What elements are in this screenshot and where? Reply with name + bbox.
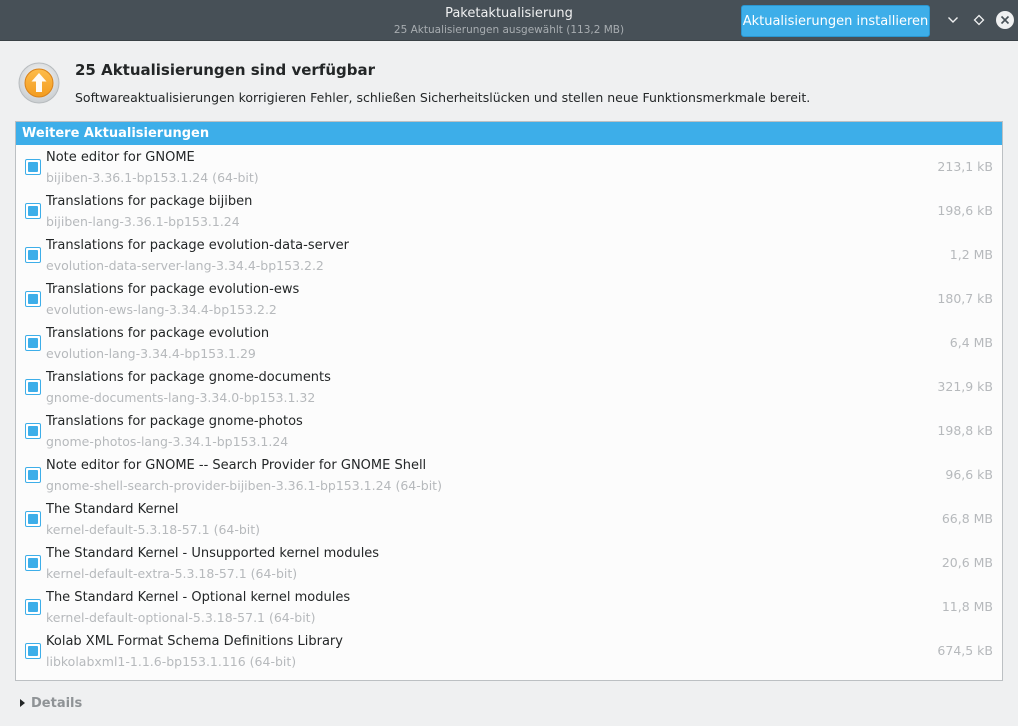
package-row[interactable]: Translations for package evolution-data-… [16, 233, 1002, 277]
package-name: evolution-lang-3.34.4-bp153.1.29 [46, 346, 256, 361]
package-name: libkolabxml1-1.1.6-bp153.1.116 (64-bit) [46, 654, 297, 669]
updates-available-title: 25 Aktualisierungen sind verfügbar [75, 61, 375, 79]
package-row[interactable]: Translations for package bijiben bijiben… [16, 189, 1002, 233]
package-name: gnome-shell-search-provider-bijiben-3.36… [46, 478, 442, 493]
update-list: Weitere Aktualisierungen Note editor for… [15, 121, 1003, 681]
package-size: 198,8 kB [937, 423, 993, 438]
package-row[interactable]: Note editor for GNOME bijiben-3.36.1-bp1… [16, 145, 1002, 189]
package-checkbox[interactable] [25, 247, 41, 263]
package-name: kernel-default-5.3.18-57.1 (64-bit) [46, 522, 261, 537]
title-bar: Paketaktualisierung 25 Aktualisierungen … [0, 0, 1018, 41]
package-size: 6,4 MB [949, 335, 993, 350]
package-summary: The Standard Kernel - Unsupported kernel… [46, 546, 380, 561]
close-button[interactable] [994, 9, 1016, 31]
details-label: Details [31, 695, 83, 711]
package-row[interactable]: Kolab XML Format Schema Definitions Libr… [16, 629, 1002, 673]
package-summary: Translations for package evolution-data-… [46, 238, 349, 253]
package-name: bijiben-3.36.1-bp153.1.24 (64-bit) [46, 170, 259, 185]
minimize-button[interactable] [942, 9, 964, 31]
package-size: 198,6 kB [937, 203, 993, 218]
package-summary: Translations for package gnome-documents [46, 370, 331, 385]
chevron-down-icon [948, 17, 958, 23]
package-checkbox[interactable] [25, 467, 41, 483]
package-row[interactable]: Note editor for GNOME -- Search Provider… [16, 453, 1002, 497]
package-checkbox[interactable] [25, 335, 41, 351]
package-row[interactable]: Translations for package evolution evolu… [16, 321, 1002, 365]
package-name: gnome-photos-lang-3.34.1-bp153.1.24 [46, 434, 289, 449]
package-size: 1,2 MB [949, 247, 993, 262]
package-checkbox[interactable] [25, 511, 41, 527]
package-size: 321,9 kB [937, 379, 993, 394]
package-checkbox[interactable] [25, 291, 41, 307]
package-summary: The Standard Kernel [46, 502, 179, 517]
update-arrow-icon [18, 62, 60, 104]
close-icon [996, 11, 1014, 29]
package-summary: Translations for package evolution-ews [46, 282, 300, 297]
package-checkbox[interactable] [25, 159, 41, 175]
package-size: 213,1 kB [937, 159, 993, 174]
package-name: evolution-ews-lang-3.34.4-bp153.2.2 [46, 302, 277, 317]
package-size: 674,5 kB [937, 643, 993, 658]
package-name: evolution-data-server-lang-3.34.4-bp153.… [46, 258, 324, 273]
package-name: gnome-documents-lang-3.34.0-bp153.1.32 [46, 390, 316, 405]
package-row[interactable]: Translations for package gnome-documents… [16, 365, 1002, 409]
package-name: kernel-default-extra-5.3.18-57.1 (64-bit… [46, 566, 298, 581]
expand-arrow-icon [20, 699, 25, 707]
package-summary: Note editor for GNOME [46, 150, 195, 165]
install-updates-button[interactable]: Aktualisierungen installieren [741, 5, 930, 37]
package-size: 11,8 MB [941, 599, 993, 614]
package-checkbox[interactable] [25, 203, 41, 219]
package-summary: Translations for package gnome-photos [46, 414, 303, 429]
package-row[interactable]: The Standard Kernel - Unsupported kernel… [16, 541, 1002, 585]
package-summary: The Standard Kernel - Optional kernel mo… [46, 590, 351, 605]
package-summary: Kolab XML Format Schema Definitions Libr… [46, 634, 343, 649]
package-row[interactable]: The Standard Kernel - Optional kernel mo… [16, 585, 1002, 629]
package-name: bijiben-lang-3.36.1-bp153.1.24 [46, 214, 240, 229]
package-row[interactable]: The Standard Kernel kernel-default-5.3.1… [16, 497, 1002, 541]
package-checkbox[interactable] [25, 423, 41, 439]
diamond-icon [973, 14, 985, 26]
section-header: Weitere Aktualisierungen [16, 122, 1002, 145]
package-checkbox[interactable] [25, 599, 41, 615]
details-expander[interactable]: Details [20, 695, 82, 711]
package-size: 96,6 kB [945, 467, 993, 482]
package-checkbox[interactable] [25, 643, 41, 659]
package-size: 20,6 MB [941, 555, 993, 570]
package-size: 66,8 MB [941, 511, 993, 526]
package-row[interactable]: Translations for package gnome-photos gn… [16, 409, 1002, 453]
update-list-body: Note editor for GNOME bijiben-3.36.1-bp1… [16, 145, 1002, 673]
package-summary: Translations for package evolution [46, 326, 270, 341]
package-size: 180,7 kB [937, 291, 993, 306]
package-row[interactable]: Translations for package evolution-ews e… [16, 277, 1002, 321]
maximize-button[interactable] [968, 9, 990, 31]
package-checkbox[interactable] [25, 379, 41, 395]
package-name: kernel-default-optional-5.3.18-57.1 (64-… [46, 610, 316, 625]
updates-description: Softwareaktualisierungen korrigieren Feh… [75, 90, 811, 105]
package-summary: Note editor for GNOME -- Search Provider… [46, 458, 427, 473]
package-summary: Translations for package bijiben [46, 194, 253, 209]
package-checkbox[interactable] [25, 555, 41, 571]
